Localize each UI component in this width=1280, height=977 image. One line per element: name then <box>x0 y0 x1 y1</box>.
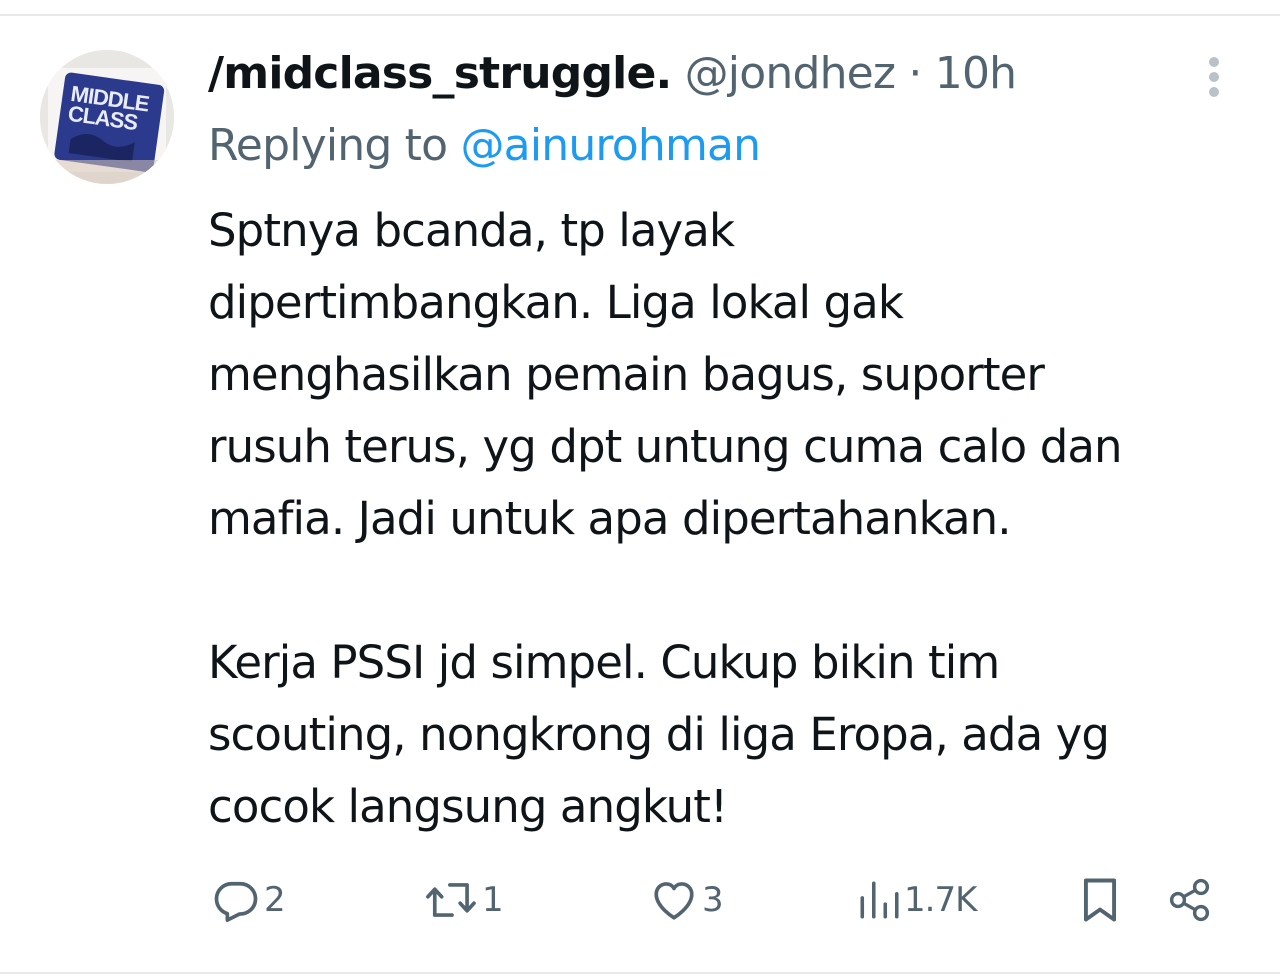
avatar-image: MIDDLE CLASS <box>40 50 174 184</box>
views-icon <box>860 881 899 919</box>
like-button[interactable]: 3 <box>648 874 724 926</box>
reply-button[interactable]: 2 <box>210 874 286 926</box>
replying-to: Replying to @ainurohman <box>208 116 761 176</box>
reply-icon <box>214 881 258 922</box>
tweet-header: /midclass_struggle. @jondhez · 10h <box>208 44 1017 104</box>
tweet-text-line: mafia. Jadi untuk apa dipertahankan. <box>208 492 1012 545</box>
tweet-text-line: dipertimbangkan. Liga lokal gak <box>208 276 904 329</box>
user-handle[interactable]: @jondhez <box>685 48 896 99</box>
retweet-button[interactable]: 1 <box>424 874 504 926</box>
reply-count: 2 <box>264 880 286 920</box>
view-count: 1.7K <box>904 880 977 920</box>
reply-to-handle[interactable]: @ainurohman <box>460 120 761 171</box>
tweet-text-line: rusuh terus, yg dpt untung cuma calo dan <box>208 420 1123 473</box>
tweet-text: Sptnya bcanda, tp layak dipertimbangkan.… <box>208 195 1268 843</box>
avatar[interactable]: MIDDLE CLASS <box>40 50 174 184</box>
like-count: 3 <box>702 880 724 920</box>
views-button[interactable]: 1.7K <box>856 874 977 926</box>
display-name[interactable]: /midclass_struggle. <box>208 48 672 99</box>
share-icon <box>1169 878 1210 922</box>
retweet-icon <box>426 883 476 917</box>
retweet-count: 1 <box>482 880 504 920</box>
timestamp[interactable]: 10h <box>935 48 1017 99</box>
more-icon <box>1209 57 1219 97</box>
top-divider <box>0 14 1280 16</box>
replying-prefix: Replying to <box>208 120 448 171</box>
tweet-text-line: Kerja PSSI jd simpel. Cukup bikin tim <box>208 636 1000 689</box>
bookmark-icon <box>1083 878 1117 922</box>
tweet-text-line: cocok langsung angkut! <box>208 780 728 833</box>
more-button[interactable] <box>1196 52 1232 104</box>
bookmark-button[interactable] <box>1078 874 1122 926</box>
header-separator: · <box>908 48 922 99</box>
heart-icon <box>654 882 694 920</box>
tweet-text-line: menghasilkan pemain bagus, suporter <box>208 348 1045 401</box>
share-button[interactable] <box>1166 874 1214 926</box>
tweet-text-line: scouting, nongkrong di liga Eropa, ada y… <box>208 708 1110 761</box>
bottom-divider <box>0 972 1280 974</box>
tweet-text-line: Sptnya bcanda, tp layak <box>208 204 735 257</box>
